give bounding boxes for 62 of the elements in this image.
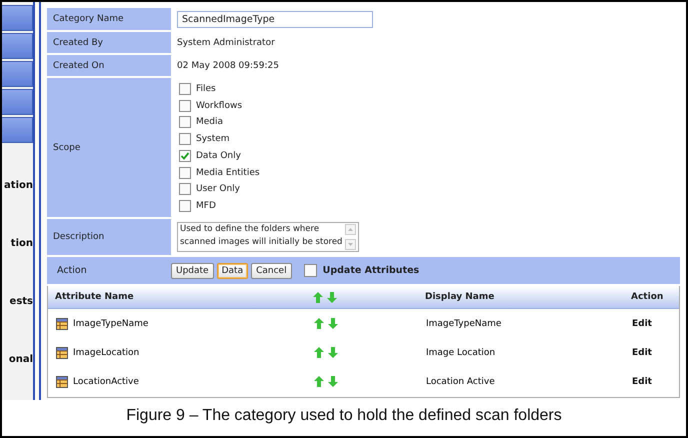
description-field[interactable]: Used to define the folders where scanned images will initially be stored xyxy=(177,222,359,252)
checkbox-label: Update Attributes xyxy=(322,265,420,276)
table-cell-text: Location Active xyxy=(426,376,496,386)
checkbox-label: Workflows xyxy=(196,100,242,111)
up-down-arrows-icon[interactable] xyxy=(314,318,338,329)
checkbox[interactable] xyxy=(179,133,191,146)
edit-link[interactable]: Edit xyxy=(632,348,652,358)
field-label: Scope xyxy=(47,78,171,217)
checkbox-label: Media xyxy=(196,117,224,128)
sidebar-tab[interactable] xyxy=(2,5,33,31)
scroll-down-icon[interactable] xyxy=(345,239,356,250)
column-header: Attribute Name xyxy=(54,292,135,302)
category-name-field[interactable]: ScannedImageType xyxy=(177,10,373,28)
checkbox[interactable] xyxy=(179,166,191,179)
checkbox[interactable] xyxy=(179,150,191,162)
sidebar-tab[interactable] xyxy=(2,61,33,87)
column-header: Action xyxy=(631,292,664,302)
checkbox-label: User Only xyxy=(196,184,240,194)
checkbox[interactable] xyxy=(179,83,191,96)
checkbox-label: Media Entities xyxy=(196,168,260,178)
scroll-up-icon[interactable] xyxy=(345,224,356,235)
action-button[interactable]: Cancel xyxy=(251,262,292,278)
up-down-arrows-icon[interactable] xyxy=(314,376,338,387)
field-label: Created By xyxy=(47,32,171,53)
checkbox-label: Files xyxy=(196,84,216,94)
table-icon xyxy=(56,376,68,388)
checkbox-label: Data Only xyxy=(196,150,241,161)
table-icon xyxy=(56,318,68,330)
sidebar-label[interactable]: tion xyxy=(10,237,33,251)
checkbox[interactable] xyxy=(179,183,191,196)
sidebar-label[interactable]: ests xyxy=(10,295,33,309)
field-label: Description xyxy=(47,219,171,255)
up-down-arrows-icon[interactable] xyxy=(314,347,338,358)
table-cell: ImageLocation xyxy=(73,348,140,358)
table-icon xyxy=(56,346,68,358)
table-cell: ImageTypeName xyxy=(73,318,148,328)
checkbox[interactable] xyxy=(179,100,191,112)
action-button[interactable]: Update xyxy=(171,262,214,278)
action-button[interactable]: Data xyxy=(216,262,248,278)
checkbox-label: MFD xyxy=(196,200,216,211)
sidebar-tab[interactable] xyxy=(2,117,33,143)
table-cell: LocationActive xyxy=(73,376,139,386)
checkbox[interactable] xyxy=(304,264,317,277)
action-label: Action xyxy=(56,265,88,276)
edit-link[interactable]: Edit xyxy=(632,376,652,386)
field-label: Category Name xyxy=(47,8,171,30)
sidebar-tab[interactable] xyxy=(2,89,33,115)
table-cell-text: ImageTypeName xyxy=(426,318,502,328)
sidebar-label[interactable]: ation xyxy=(4,179,33,193)
field-label: Created On xyxy=(47,55,171,76)
up-down-arrows-icon[interactable] xyxy=(313,292,337,302)
column-header: Display Name xyxy=(425,292,496,302)
table-cell-text: Image Location xyxy=(426,348,496,358)
checkbox[interactable] xyxy=(179,200,191,212)
sidebar-label[interactable]: onal xyxy=(8,353,33,367)
field-value: System Administrator xyxy=(177,38,275,48)
checkbox-label: System xyxy=(196,134,230,144)
field-value: 02 May 2008 09:59:25 xyxy=(177,60,279,70)
figure-caption: Figure 9 – The category used to hold the defined scan folders xyxy=(125,406,563,426)
checkbox[interactable] xyxy=(179,116,191,128)
edit-link[interactable]: Edit xyxy=(632,318,652,328)
sidebar-tab[interactable] xyxy=(2,33,33,59)
